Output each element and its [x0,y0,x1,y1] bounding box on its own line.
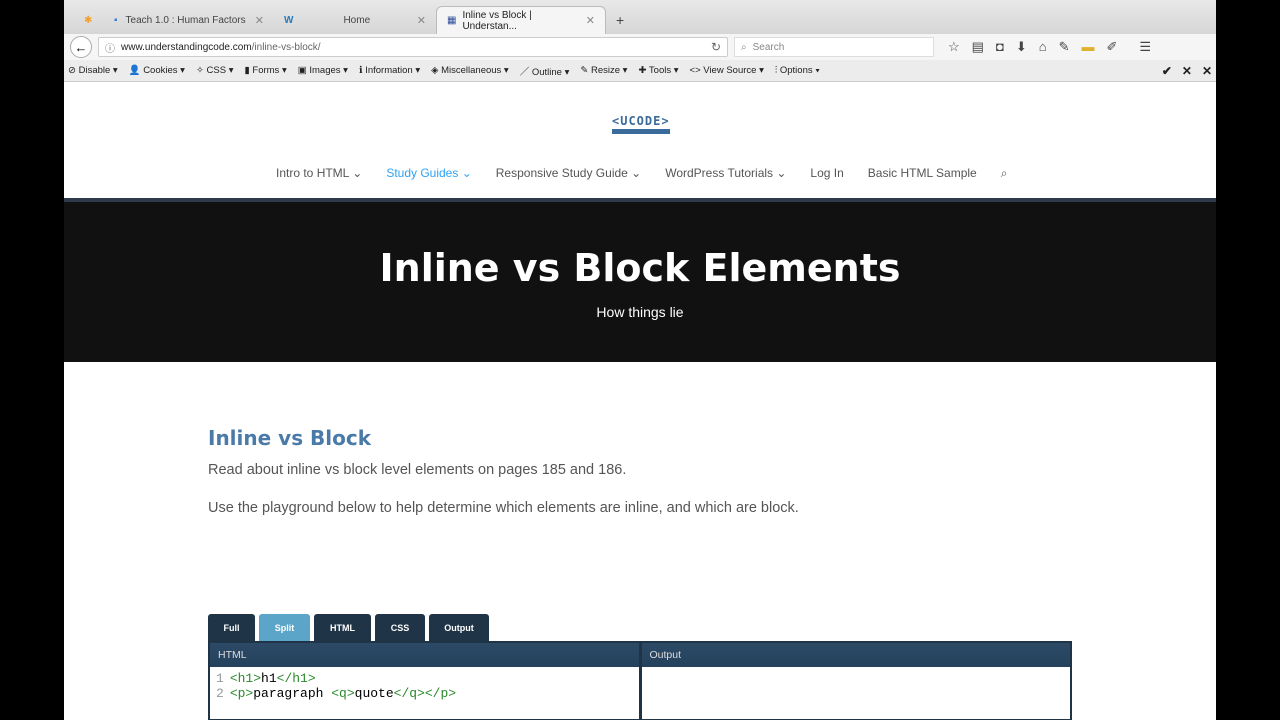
web-developer-toolbar: ⊘ Disable ▾ 👤 Cookies ▾ ✧ CSS ▾ ▮ Forms … [64,60,1216,82]
devbar-images[interactable]: ▣ Images ▾ [298,65,348,76]
menu-responsive-study-guide[interactable]: Responsive Study Guide ⌄ [496,166,641,181]
site-header: <UCODE> Intro to HTML ⌄ Study Guides ⌄ R… [64,82,1216,202]
download-icon[interactable]: ⬇ [1016,39,1027,55]
devbar-options[interactable]: ⫶ Options ▾ [775,65,820,76]
tab-label: Home [343,14,371,26]
search-icon: ⌕ [741,41,747,53]
html-button[interactable]: HTML [314,614,371,641]
close-icon[interactable]: ✕ [1202,64,1212,78]
tab-label: Teach 1.0 : Human Factors [125,14,246,26]
close-icon[interactable]: ✕ [1182,64,1192,78]
section-heading: Inline vs Block [208,426,372,450]
search-icon[interactable]: ⌕ [1001,166,1008,181]
browser-window: ✱ ▪ Teach 1.0 : Human Factors ✕ W Home ✕ ▦ In… [64,0,1216,720]
output-pane: Output [641,643,1070,719]
reader-icon[interactable]: ▤ [972,39,984,55]
tab-bar: ✱ ▪ Teach 1.0 : Human Factors ✕ W Home ✕ ▦ In… [64,0,1216,34]
url-domain: www.understandingcode.com [121,41,252,53]
menu-wordpress-tutorials[interactable]: WordPress Tutorials ⌄ [665,166,786,181]
close-icon[interactable]: ✕ [417,14,426,27]
devbar-tools[interactable]: ✚ Tools ▾ [638,65,678,76]
tab-teach[interactable]: ▪ Teach 1.0 : Human Factors ✕ [104,6,274,34]
html-pane[interactable]: HTML 1 <h1>h1</h1> 2 <p>paragraph <q>quote… [210,643,639,719]
pane-label: HTML [210,643,639,667]
close-icon[interactable]: ✕ [586,14,595,27]
hero-banner: Inline vs Block Elements How things lie [64,202,1216,362]
extension-icon[interactable]: ▬ [1081,39,1094,55]
tab-label: Inline vs Block | Understan... [462,9,532,32]
output-button[interactable]: Output [429,614,489,641]
content: Inline vs Block Read about inline vs blo… [64,362,1216,516]
devbar-cookies[interactable]: 👤 Cookies ▾ [129,65,185,76]
devbar-information[interactable]: ℹ Information ▾ [359,65,420,76]
css-button[interactable]: CSS [375,614,425,641]
back-button[interactable]: ← [70,36,92,58]
devbar-disable[interactable]: ⊘ Disable ▾ [68,65,118,76]
split-button[interactable]: Split [259,614,310,641]
menu-log-in[interactable]: Log In [810,166,843,181]
extension-icon[interactable]: ✎ [1059,39,1070,55]
info-icon: ⓘ [105,43,115,55]
full-button[interactable]: Full [208,614,255,641]
reload-icon[interactable]: ↻ [711,40,721,54]
devbar-css[interactable]: ✧ CSS ▾ [196,65,234,76]
pocket-icon[interactable]: ◘ [996,39,1004,55]
paragraph: Read about inline vs block level element… [208,462,627,478]
logo-text: <UCODE> [612,114,670,128]
page-title: Inline vs Block Elements [379,246,901,290]
main-menu: Intro to HTML ⌄ Study Guides ⌄ Responsiv… [276,166,1007,181]
menu-basic-html-sample[interactable]: Basic HTML Sample [868,166,977,181]
bookmark-star-icon[interactable]: ☆ [948,39,960,55]
eyedropper-icon[interactable]: ✐ [1106,39,1117,55]
tab-inline-vs-block[interactable]: ▦ Inline vs Block | Understan... ✕ [436,6,606,34]
paragraph: Use the playground below to help determi… [208,500,799,516]
devbar-view-source[interactable]: <> View Source ▾ [690,65,764,76]
page-subtitle: How things lie [596,304,684,320]
grid-icon: ▦ [447,15,457,26]
pinned-tab[interactable]: ✱ [74,6,104,34]
menu-study-guides[interactable]: Study Guides ⌄ [386,166,471,181]
close-icon[interactable]: ✕ [255,14,264,27]
site-logo[interactable]: <UCODE> [612,114,670,134]
code-editor[interactable]: 1 <h1>h1</h1> 2 <p>paragraph <q>quote</q><… [210,667,639,705]
nav-bar: ← ⓘ www.understandingcode.com/inline-vs-b… [64,34,1216,60]
check-icon[interactable]: ✔ [1162,64,1172,78]
home-icon[interactable]: ⌂ [1039,39,1047,55]
pane-label: Output [641,643,1070,667]
url-bar[interactable]: ⓘ www.understandingcode.com/inline-vs-blo… [98,37,728,57]
tab-icon: ▪ [114,14,118,26]
menu-intro-to-html[interactable]: Intro to HTML ⌄ [276,166,362,181]
devbar-resize[interactable]: ✎ Resize ▾ [580,65,627,76]
menu-icon[interactable]: ☰ [1139,39,1151,55]
url-path: /inline-vs-block/ [251,41,321,53]
code-playground: Full Split HTML CSS Output HTML 1 <h1>h1<… [208,614,1072,720]
devbar-outline[interactable]: ／ Outline ▾ [520,64,570,78]
new-tab-button[interactable]: + [606,6,634,34]
search-placeholder: Search [752,41,785,53]
devbar-forms[interactable]: ▮ Forms ▾ [245,65,287,76]
search-input[interactable]: ⌕ Search [734,37,934,57]
tab-home[interactable]: W Home ✕ [274,6,436,34]
devbar-miscellaneous[interactable]: ◈ Miscellaneous ▾ [431,65,509,76]
w-icon: W [284,14,294,26]
